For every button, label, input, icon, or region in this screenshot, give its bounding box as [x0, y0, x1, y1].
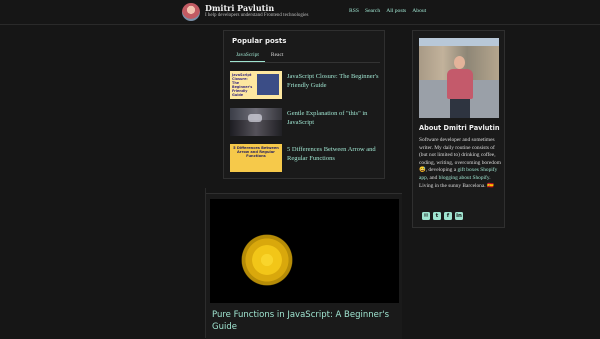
shopify-blog-link[interactable]: blogging about Shopify [439, 175, 490, 181]
social-links: ✉ t f in [422, 212, 463, 220]
post-thumbnail[interactable]: 5 Differences Between Arrow and Regular … [230, 144, 282, 172]
main-nav: RSS Search All posts About [349, 8, 426, 14]
thumbnail-text: 5 Differences Between Arrow and Regular … [233, 146, 279, 159]
tabs-divider [230, 62, 380, 63]
post-link[interactable]: JavaScript Closure: The Beginner's Frien… [287, 72, 381, 90]
list-item[interactable]: JavaScript Closure: The Beginner's Frien… [230, 71, 380, 99]
facebook-icon[interactable]: f [444, 212, 452, 220]
author-photo [419, 38, 499, 118]
post-thumbnail[interactable] [230, 108, 282, 136]
nav-about[interactable]: About [412, 8, 426, 14]
avatar[interactable] [182, 3, 200, 21]
popular-posts-card: Popular posts JavaScript React JavaScrip… [223, 30, 385, 179]
list-item[interactable]: Gentle Explanation of "this" in JavaScri… [230, 108, 380, 136]
post-link[interactable]: 5 Differences Between Arrow and Regular … [287, 145, 381, 163]
post-link[interactable]: Gentle Explanation of "this" in JavaScri… [287, 109, 381, 127]
site-header: Dmitri Pavlutin I help developers unders… [0, 0, 600, 25]
dandelion-image [241, 234, 293, 286]
email-icon[interactable]: ✉ [422, 212, 430, 220]
about-title: About Dmitri Pavlutin [419, 124, 500, 132]
popular-posts-title: Popular posts [232, 37, 287, 45]
thumbnail-illustration [257, 74, 279, 95]
article-title[interactable]: Pure Functions in JavaScript: A Beginner… [212, 309, 392, 333]
tab-javascript[interactable]: JavaScript [230, 52, 265, 62]
popular-tabs: JavaScript React [230, 52, 289, 62]
about-bio: Software developer and sometimes writer.… [419, 137, 501, 189]
article-card: Pure Functions in JavaScript: A Beginner… [206, 193, 402, 339]
thumbnail-text: JavaScript Closure: The Beginner's Frien… [232, 73, 253, 97]
article-hero-image[interactable] [210, 199, 399, 303]
site-title[interactable]: Dmitri Pavlutin [205, 3, 274, 13]
list-item[interactable]: 5 Differences Between Arrow and Regular … [230, 144, 380, 172]
post-thumbnail[interactable]: JavaScript Closure: The Beginner's Frien… [230, 71, 282, 99]
twitter-icon[interactable]: t [433, 212, 441, 220]
nav-search[interactable]: Search [365, 8, 380, 14]
tab-react[interactable]: React [265, 52, 290, 62]
linkedin-icon[interactable]: in [455, 212, 463, 220]
nav-all-posts[interactable]: All posts [386, 8, 406, 14]
site-tagline: I help developers understand Frontend te… [205, 13, 309, 18]
about-card: About Dmitri Pavlutin Software developer… [412, 30, 505, 228]
nav-rss[interactable]: RSS [349, 8, 359, 14]
